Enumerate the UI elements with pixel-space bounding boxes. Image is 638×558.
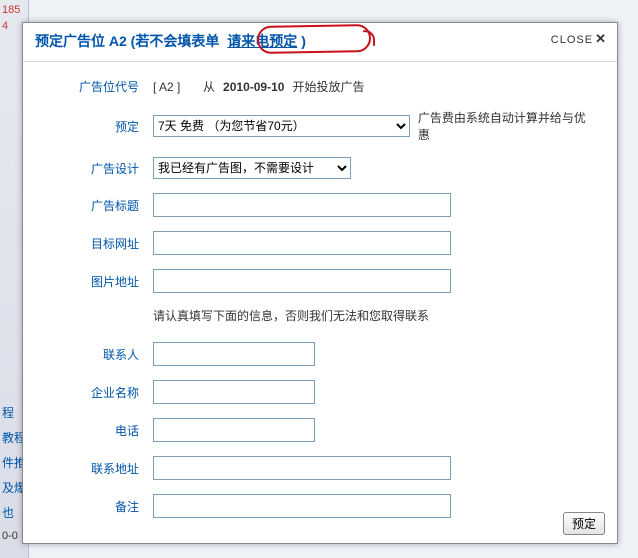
form-body: 广告位代号 [ A2 ] 从 2010-09-10 开始投放广告 预定 7天 免…	[23, 62, 617, 542]
label-remark: 备注	[43, 498, 153, 515]
remark-input[interactable]	[153, 494, 451, 518]
target-url-input[interactable]	[153, 231, 451, 255]
label-target-url: 目标网址	[43, 235, 153, 252]
label-contact: 联系人	[43, 346, 153, 363]
label-ad-title: 广告标题	[43, 197, 153, 214]
value-ad-code: [ A2 ] 从 2010-09-10 开始投放广告	[153, 78, 597, 95]
close-button[interactable]: CLOSE✕	[551, 31, 607, 47]
reserve-dialog: 预定广告位 A2 (若不会填表单 请来电预定) CLOSE✕ 广告位代号 [ A…	[22, 22, 618, 544]
address-input[interactable]	[153, 456, 451, 480]
form-hint: 请认真填写下面的信息，否则我们无法和您取得联系	[43, 307, 597, 324]
label-design: 广告设计	[43, 160, 153, 177]
label-phone: 电话	[43, 422, 153, 439]
company-input[interactable]	[153, 380, 315, 404]
label-address: 联系地址	[43, 460, 153, 477]
phone-reserve-link[interactable]: 请来电预定	[223, 32, 301, 50]
reserve-duration-select[interactable]: 7天 免费 （为您节省70元）	[153, 115, 410, 137]
dialog-header: 预定广告位 A2 (若不会填表单 请来电预定) CLOSE✕	[23, 23, 617, 62]
bg-text: 4	[2, 20, 8, 32]
label-company: 企业名称	[43, 384, 153, 401]
design-select[interactable]: 我已经有广告图，不需要设计	[153, 157, 351, 179]
bg-bottom: 0-0	[2, 530, 18, 542]
ad-title-input[interactable]	[153, 193, 451, 217]
label-reserve: 预定	[43, 118, 153, 135]
dialog-title: 预定广告位 A2 (若不会填表单 请来电预定)	[35, 31, 306, 51]
label-image-url: 图片地址	[43, 273, 153, 290]
phone-input[interactable]	[153, 418, 315, 442]
close-icon: ✕	[595, 31, 607, 46]
contact-input[interactable]	[153, 342, 315, 366]
submit-button[interactable]: 预定	[563, 512, 605, 535]
image-url-input[interactable]	[153, 269, 451, 293]
label-ad-code: 广告位代号	[43, 78, 153, 95]
reserve-hint: 广告费由系统自动计算并给与优惠	[418, 109, 597, 143]
bg-text: 185	[2, 4, 20, 16]
